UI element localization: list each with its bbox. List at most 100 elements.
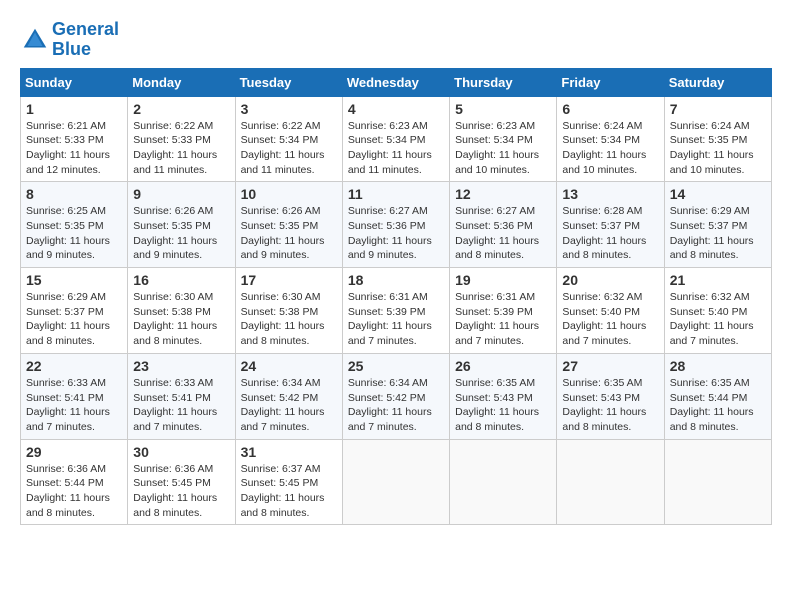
calendar-cell: 13 Sunrise: 6:28 AM Sunset: 5:37 PM Dayl… <box>557 182 664 268</box>
calendar-cell: 27 Sunrise: 6:35 AM Sunset: 5:43 PM Dayl… <box>557 353 664 439</box>
calendar-cell: 12 Sunrise: 6:27 AM Sunset: 5:36 PM Dayl… <box>450 182 557 268</box>
day-info: Sunrise: 6:21 AM Sunset: 5:33 PM Dayligh… <box>26 119 122 178</box>
calendar-cell <box>664 439 771 525</box>
day-number: 12 <box>455 186 551 202</box>
day-info: Sunrise: 6:33 AM Sunset: 5:41 PM Dayligh… <box>133 376 229 435</box>
calendar-weekday: Saturday <box>664 68 771 96</box>
day-number: 5 <box>455 101 551 117</box>
day-number: 17 <box>241 272 337 288</box>
calendar-cell: 16 Sunrise: 6:30 AM Sunset: 5:38 PM Dayl… <box>128 268 235 354</box>
day-info: Sunrise: 6:30 AM Sunset: 5:38 PM Dayligh… <box>241 290 337 349</box>
day-info: Sunrise: 6:24 AM Sunset: 5:34 PM Dayligh… <box>562 119 658 178</box>
calendar-cell: 7 Sunrise: 6:24 AM Sunset: 5:35 PM Dayli… <box>664 96 771 182</box>
calendar-week-row: 1 Sunrise: 6:21 AM Sunset: 5:33 PM Dayli… <box>21 96 772 182</box>
calendar-cell: 5 Sunrise: 6:23 AM Sunset: 5:34 PM Dayli… <box>450 96 557 182</box>
calendar-cell: 31 Sunrise: 6:37 AM Sunset: 5:45 PM Dayl… <box>235 439 342 525</box>
calendar-cell: 29 Sunrise: 6:36 AM Sunset: 5:44 PM Dayl… <box>21 439 128 525</box>
day-info: Sunrise: 6:32 AM Sunset: 5:40 PM Dayligh… <box>562 290 658 349</box>
day-info: Sunrise: 6:23 AM Sunset: 5:34 PM Dayligh… <box>348 119 444 178</box>
calendar-header-row: SundayMondayTuesdayWednesdayThursdayFrid… <box>21 68 772 96</box>
day-info: Sunrise: 6:27 AM Sunset: 5:36 PM Dayligh… <box>455 204 551 263</box>
calendar-cell: 21 Sunrise: 6:32 AM Sunset: 5:40 PM Dayl… <box>664 268 771 354</box>
day-info: Sunrise: 6:24 AM Sunset: 5:35 PM Dayligh… <box>670 119 766 178</box>
day-number: 13 <box>562 186 658 202</box>
calendar-cell <box>450 439 557 525</box>
day-info: Sunrise: 6:27 AM Sunset: 5:36 PM Dayligh… <box>348 204 444 263</box>
calendar-weekday: Friday <box>557 68 664 96</box>
day-number: 23 <box>133 358 229 374</box>
calendar-cell <box>557 439 664 525</box>
calendar-cell: 24 Sunrise: 6:34 AM Sunset: 5:42 PM Dayl… <box>235 353 342 439</box>
day-number: 10 <box>241 186 337 202</box>
calendar-weekday: Monday <box>128 68 235 96</box>
calendar-weekday: Tuesday <box>235 68 342 96</box>
day-info: Sunrise: 6:26 AM Sunset: 5:35 PM Dayligh… <box>133 204 229 263</box>
day-number: 16 <box>133 272 229 288</box>
calendar-week-row: 8 Sunrise: 6:25 AM Sunset: 5:35 PM Dayli… <box>21 182 772 268</box>
calendar-cell: 19 Sunrise: 6:31 AM Sunset: 5:39 PM Dayl… <box>450 268 557 354</box>
day-number: 21 <box>670 272 766 288</box>
day-info: Sunrise: 6:29 AM Sunset: 5:37 PM Dayligh… <box>26 290 122 349</box>
calendar-cell <box>342 439 449 525</box>
calendar-cell: 15 Sunrise: 6:29 AM Sunset: 5:37 PM Dayl… <box>21 268 128 354</box>
day-number: 2 <box>133 101 229 117</box>
calendar-cell: 3 Sunrise: 6:22 AM Sunset: 5:34 PM Dayli… <box>235 96 342 182</box>
calendar-cell: 17 Sunrise: 6:30 AM Sunset: 5:38 PM Dayl… <box>235 268 342 354</box>
calendar-cell: 14 Sunrise: 6:29 AM Sunset: 5:37 PM Dayl… <box>664 182 771 268</box>
day-number: 6 <box>562 101 658 117</box>
day-number: 7 <box>670 101 766 117</box>
day-info: Sunrise: 6:36 AM Sunset: 5:45 PM Dayligh… <box>133 462 229 521</box>
calendar-table: SundayMondayTuesdayWednesdayThursdayFrid… <box>20 68 772 526</box>
day-info: Sunrise: 6:34 AM Sunset: 5:42 PM Dayligh… <box>348 376 444 435</box>
calendar-cell: 18 Sunrise: 6:31 AM Sunset: 5:39 PM Dayl… <box>342 268 449 354</box>
calendar-cell: 20 Sunrise: 6:32 AM Sunset: 5:40 PM Dayl… <box>557 268 664 354</box>
calendar-cell: 4 Sunrise: 6:23 AM Sunset: 5:34 PM Dayli… <box>342 96 449 182</box>
day-number: 19 <box>455 272 551 288</box>
day-info: Sunrise: 6:29 AM Sunset: 5:37 PM Dayligh… <box>670 204 766 263</box>
calendar-cell: 23 Sunrise: 6:33 AM Sunset: 5:41 PM Dayl… <box>128 353 235 439</box>
day-number: 28 <box>670 358 766 374</box>
calendar-cell: 25 Sunrise: 6:34 AM Sunset: 5:42 PM Dayl… <box>342 353 449 439</box>
day-info: Sunrise: 6:31 AM Sunset: 5:39 PM Dayligh… <box>348 290 444 349</box>
day-info: Sunrise: 6:23 AM Sunset: 5:34 PM Dayligh… <box>455 119 551 178</box>
day-number: 24 <box>241 358 337 374</box>
day-info: Sunrise: 6:22 AM Sunset: 5:34 PM Dayligh… <box>241 119 337 178</box>
day-number: 27 <box>562 358 658 374</box>
calendar-cell: 2 Sunrise: 6:22 AM Sunset: 5:33 PM Dayli… <box>128 96 235 182</box>
calendar-cell: 9 Sunrise: 6:26 AM Sunset: 5:35 PM Dayli… <box>128 182 235 268</box>
day-number: 15 <box>26 272 122 288</box>
calendar-cell: 6 Sunrise: 6:24 AM Sunset: 5:34 PM Dayli… <box>557 96 664 182</box>
calendar-cell: 28 Sunrise: 6:35 AM Sunset: 5:44 PM Dayl… <box>664 353 771 439</box>
day-number: 3 <box>241 101 337 117</box>
day-info: Sunrise: 6:35 AM Sunset: 5:44 PM Dayligh… <box>670 376 766 435</box>
day-number: 4 <box>348 101 444 117</box>
day-info: Sunrise: 6:37 AM Sunset: 5:45 PM Dayligh… <box>241 462 337 521</box>
day-info: Sunrise: 6:36 AM Sunset: 5:44 PM Dayligh… <box>26 462 122 521</box>
day-info: Sunrise: 6:35 AM Sunset: 5:43 PM Dayligh… <box>455 376 551 435</box>
day-info: Sunrise: 6:22 AM Sunset: 5:33 PM Dayligh… <box>133 119 229 178</box>
day-number: 22 <box>26 358 122 374</box>
calendar-week-row: 22 Sunrise: 6:33 AM Sunset: 5:41 PM Dayl… <box>21 353 772 439</box>
calendar-cell: 26 Sunrise: 6:35 AM Sunset: 5:43 PM Dayl… <box>450 353 557 439</box>
calendar-week-row: 29 Sunrise: 6:36 AM Sunset: 5:44 PM Dayl… <box>21 439 772 525</box>
page-header: General Blue <box>20 20 772 60</box>
day-number: 29 <box>26 444 122 460</box>
calendar-weekday: Wednesday <box>342 68 449 96</box>
day-number: 26 <box>455 358 551 374</box>
calendar-week-row: 15 Sunrise: 6:29 AM Sunset: 5:37 PM Dayl… <box>21 268 772 354</box>
day-info: Sunrise: 6:34 AM Sunset: 5:42 PM Dayligh… <box>241 376 337 435</box>
day-number: 25 <box>348 358 444 374</box>
calendar-cell: 8 Sunrise: 6:25 AM Sunset: 5:35 PM Dayli… <box>21 182 128 268</box>
day-info: Sunrise: 6:32 AM Sunset: 5:40 PM Dayligh… <box>670 290 766 349</box>
calendar-cell: 11 Sunrise: 6:27 AM Sunset: 5:36 PM Dayl… <box>342 182 449 268</box>
day-number: 30 <box>133 444 229 460</box>
calendar-cell: 30 Sunrise: 6:36 AM Sunset: 5:45 PM Dayl… <box>128 439 235 525</box>
calendar-body: 1 Sunrise: 6:21 AM Sunset: 5:33 PM Dayli… <box>21 96 772 525</box>
day-number: 9 <box>133 186 229 202</box>
logo-icon <box>20 25 50 55</box>
day-info: Sunrise: 6:30 AM Sunset: 5:38 PM Dayligh… <box>133 290 229 349</box>
logo-text: General Blue <box>52 20 119 60</box>
day-info: Sunrise: 6:28 AM Sunset: 5:37 PM Dayligh… <box>562 204 658 263</box>
day-number: 14 <box>670 186 766 202</box>
day-info: Sunrise: 6:31 AM Sunset: 5:39 PM Dayligh… <box>455 290 551 349</box>
